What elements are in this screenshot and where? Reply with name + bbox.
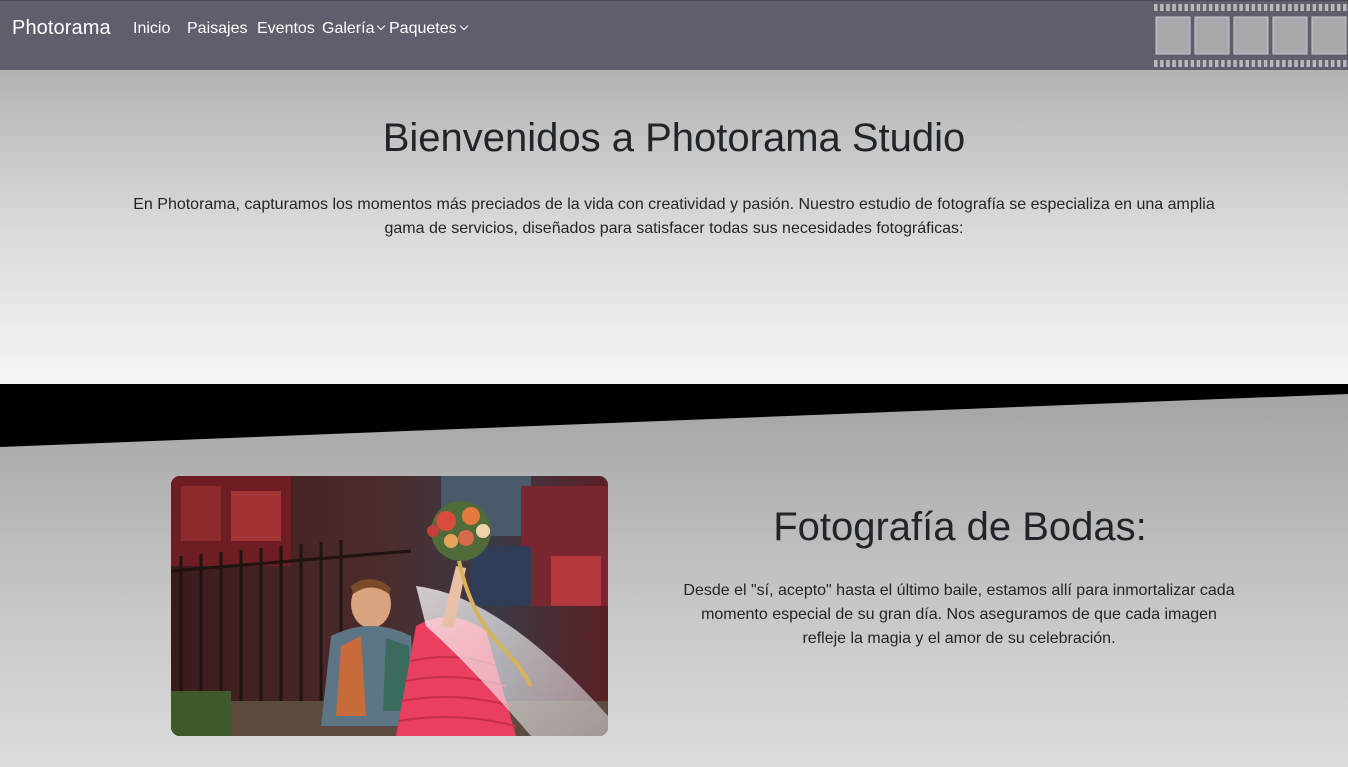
film-perforation xyxy=(1239,4,1243,11)
film-perforation xyxy=(1215,60,1219,67)
film-perforation xyxy=(1221,60,1225,67)
film-perforation xyxy=(1239,60,1243,67)
film-perforation xyxy=(1202,4,1207,11)
film-perforation xyxy=(1294,60,1298,67)
film-perforation xyxy=(1324,4,1329,11)
film-perforation xyxy=(1306,60,1310,67)
film-perforation xyxy=(1337,4,1341,11)
film-perforation xyxy=(1196,4,1201,11)
film-frame xyxy=(1233,16,1269,55)
film-perforation xyxy=(1269,4,1274,11)
film-perforation xyxy=(1184,4,1188,11)
film-perforation xyxy=(1263,4,1268,11)
film-perforation xyxy=(1221,4,1225,11)
wedding-photo-image xyxy=(171,476,608,736)
nav-galeria-label: Galería xyxy=(322,20,375,37)
film-perforation xyxy=(1233,4,1237,11)
film-perforation xyxy=(1190,4,1195,11)
navbar: Photorama Inicio Paisajes Eventos Galerí… xyxy=(0,0,1348,70)
film-perforation xyxy=(1184,60,1188,67)
film-perforation xyxy=(1196,60,1201,67)
film-perforation xyxy=(1330,60,1335,67)
film-perforation xyxy=(1245,4,1249,11)
film-perforation xyxy=(1227,60,1231,67)
film-perforation xyxy=(1276,60,1280,67)
film-frame xyxy=(1311,16,1347,55)
film-perforation xyxy=(1178,4,1182,11)
nav-inicio[interactable]: Inicio xyxy=(133,20,170,38)
film-frame xyxy=(1194,16,1230,55)
film-perforation xyxy=(1282,60,1286,67)
film-perforation xyxy=(1312,4,1317,11)
film-perforation xyxy=(1160,60,1164,67)
film-perforation xyxy=(1343,4,1347,11)
film-perforation xyxy=(1172,60,1176,67)
film-perforation xyxy=(1306,4,1310,11)
brand-logo[interactable]: Photorama xyxy=(12,17,111,40)
hero-title: Bienvenidos a Photorama Studio xyxy=(382,116,966,160)
film-frame xyxy=(1155,16,1191,55)
film-perforation xyxy=(1190,60,1195,67)
film-perforation xyxy=(1312,60,1317,67)
wedding-photo xyxy=(171,476,608,736)
nav-paquetes-dropdown[interactable]: Paquetes xyxy=(389,20,468,38)
film-perforation xyxy=(1208,4,1213,11)
film-perforation xyxy=(1288,4,1292,11)
film-perforation xyxy=(1288,60,1292,67)
film-perforation xyxy=(1202,60,1207,67)
weddings-title: Fotografía de Bodas: xyxy=(773,505,1147,549)
film-perforation xyxy=(1227,4,1231,11)
film-perforation xyxy=(1251,4,1256,11)
film-perforation xyxy=(1318,4,1323,11)
film-perforation xyxy=(1318,60,1323,67)
hero-section: Bienvenidos a Photorama Studio En Photor… xyxy=(0,70,1348,384)
nav-paisajes[interactable]: Paisajes xyxy=(187,20,247,38)
film-perforation xyxy=(1257,4,1262,11)
film-perforation xyxy=(1251,60,1256,67)
film-perforation xyxy=(1172,4,1176,11)
film-perforation xyxy=(1263,60,1268,67)
film-perforation xyxy=(1337,60,1341,67)
chevron-down-icon xyxy=(459,21,468,31)
film-perforation xyxy=(1160,4,1164,11)
nav-paquetes-label: Paquetes xyxy=(389,20,457,37)
film-perforation xyxy=(1257,60,1262,67)
film-perforation xyxy=(1269,60,1274,67)
chevron-down-icon xyxy=(377,21,386,31)
diagonal-divider xyxy=(0,384,1348,447)
film-perforation xyxy=(1166,4,1170,11)
film-perforation xyxy=(1233,60,1237,67)
film-perforation xyxy=(1276,4,1280,11)
film-frame xyxy=(1272,16,1308,55)
nav-galeria-dropdown[interactable]: Galería xyxy=(322,20,386,38)
film-perforation xyxy=(1166,60,1170,67)
weddings-description: Desde el "sí, acepto" hasta el último ba… xyxy=(683,582,1235,647)
film-perforation xyxy=(1330,4,1335,11)
film-perforation xyxy=(1178,60,1182,67)
film-perforation xyxy=(1282,4,1286,11)
film-perforation xyxy=(1343,60,1347,67)
film-perforation xyxy=(1245,60,1249,67)
film-perforation xyxy=(1324,60,1329,67)
film-perforation xyxy=(1300,4,1304,11)
film-perforation xyxy=(1300,60,1304,67)
filmstrip-icon xyxy=(1154,4,1347,67)
film-perforation xyxy=(1215,4,1219,11)
hero-description: En Photorama, capturamos los momentos má… xyxy=(133,196,1215,237)
film-perforation xyxy=(1154,60,1158,67)
nav-eventos[interactable]: Eventos xyxy=(257,20,315,38)
film-perforation xyxy=(1294,4,1298,11)
film-perforation xyxy=(1154,4,1158,11)
film-perforation xyxy=(1208,60,1213,67)
